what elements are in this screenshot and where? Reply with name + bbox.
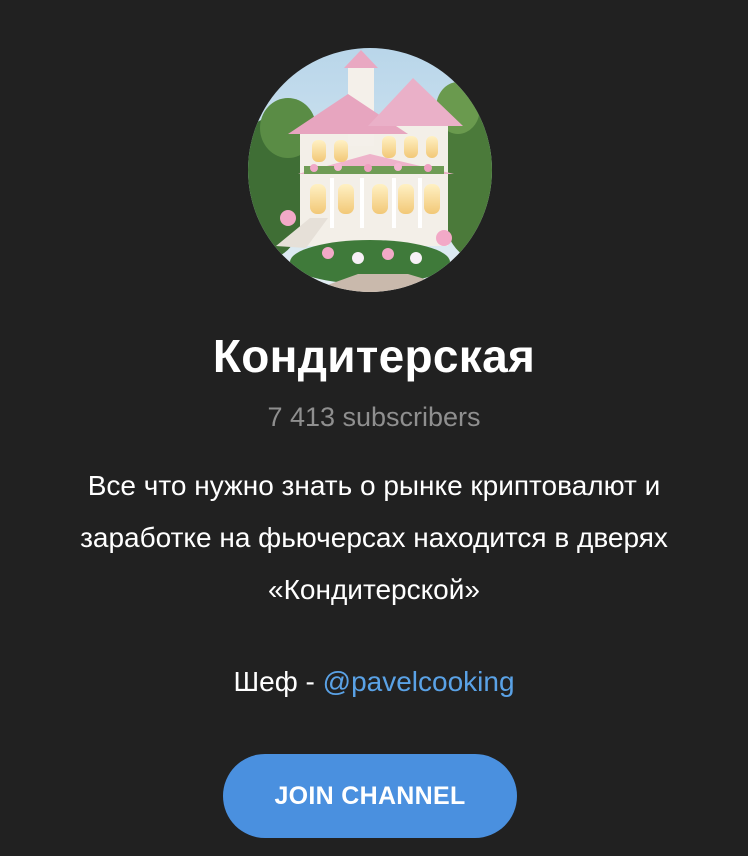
chef-handle-link[interactable]: @pavelcooking xyxy=(323,666,515,697)
description-line: «Кондитерской» xyxy=(268,574,480,605)
channel-avatar xyxy=(248,48,492,292)
channel-description: Все что нужно знать о рынке криптовалют … xyxy=(20,460,728,616)
description-line: заработке на фьючерсах находится в дверя… xyxy=(80,522,668,553)
chef-prefix: Шеф - xyxy=(233,666,323,697)
description-line: Все что нужно знать о рынке криптовалют … xyxy=(87,470,661,501)
chef-line: Шеф - @pavelcooking xyxy=(0,659,748,705)
join-channel-button[interactable]: JOIN CHANNEL xyxy=(223,754,517,838)
channel-preview: Кондитерская 7 413 subscribers Все что н… xyxy=(0,0,748,856)
mansion-image xyxy=(248,48,492,292)
subscriber-count: 7 413 subscribers xyxy=(267,402,481,432)
channel-title: Кондитерская xyxy=(212,330,536,382)
